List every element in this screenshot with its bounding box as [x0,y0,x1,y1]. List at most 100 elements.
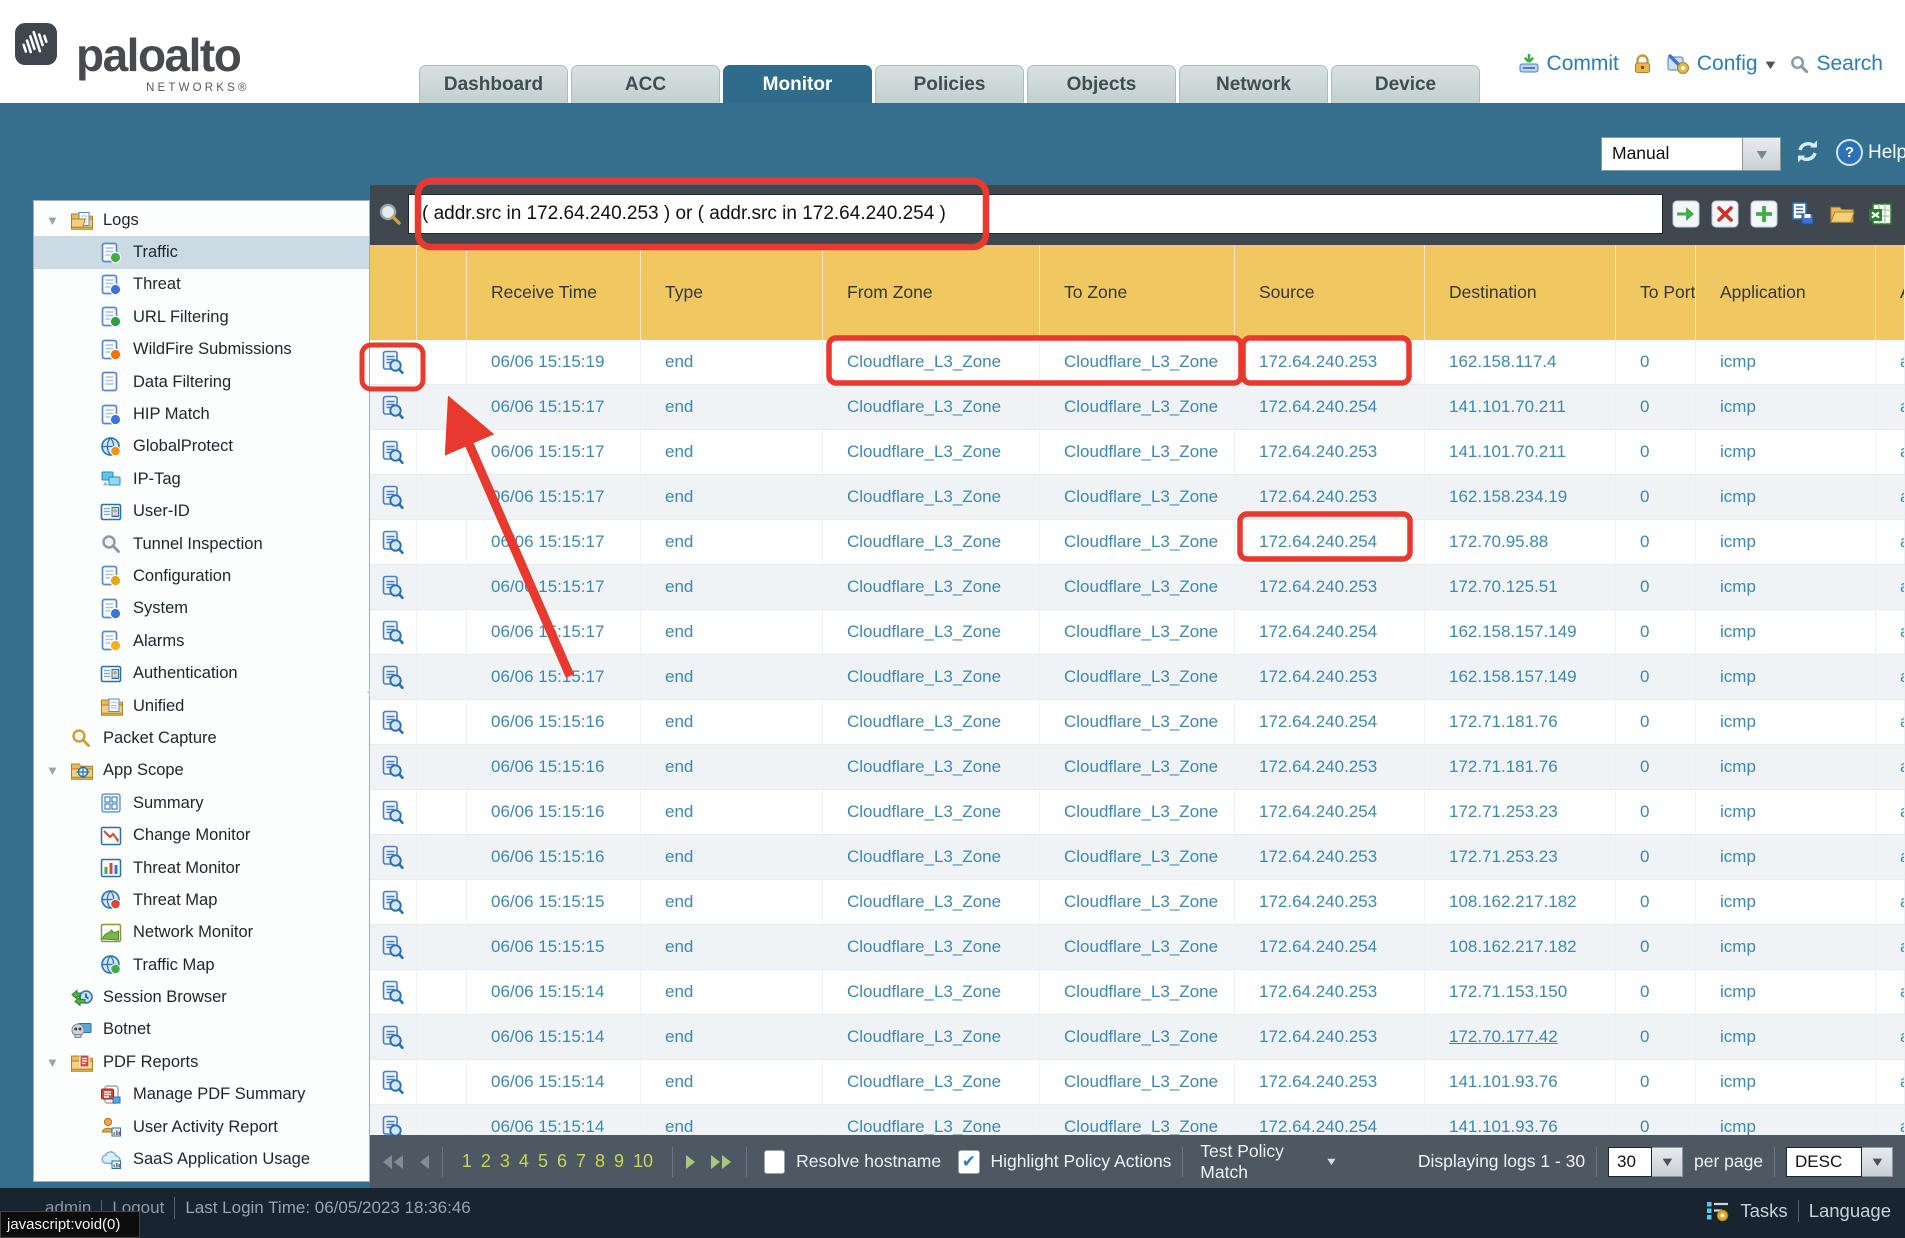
sidebar-item-globalprotect[interactable]: GlobalProtect [34,431,369,463]
log-row[interactable]: 06/06 15:15:17endCloudflare_L3_ZoneCloud… [370,520,1905,565]
sidebar-item-threat-map[interactable]: Threat Map [34,884,369,916]
sidebar-item-authentication[interactable]: Authentication [34,657,369,689]
log-row[interactable]: 06/06 15:15:17endCloudflare_L3_ZoneCloud… [370,655,1905,700]
export-table-icon[interactable] [1867,200,1895,228]
first-page-button[interactable] [380,1153,406,1171]
column-header-source[interactable]: Source [1235,245,1425,340]
log-detail-icon[interactable] [382,1115,404,1136]
log-detail-icon[interactable] [382,1070,404,1095]
sidebar-item-hip-match[interactable]: HIP Match [34,398,369,430]
sidebar-item-app-scope[interactable]: App Scope [34,755,369,787]
column-header-to-zone[interactable]: To Zone [1040,245,1235,340]
tab-dashboard[interactable]: Dashboard [419,65,568,103]
column-header-destination[interactable]: Destination [1425,245,1616,340]
test-policy-match-dropdown[interactable]: Test Policy Match [1200,1141,1337,1183]
help-button[interactable]: Help [1836,139,1905,166]
per-page-select[interactable]: 30 [1608,1147,1683,1177]
search-button[interactable]: Search [1789,52,1883,76]
sidebar-item-traffic-map[interactable]: Traffic Map [34,949,369,981]
log-row[interactable]: 06/06 15:15:17endCloudflare_L3_ZoneCloud… [370,385,1905,430]
log-row[interactable]: 06/06 15:15:16endCloudflare_L3_ZoneCloud… [370,790,1905,835]
sidebar-item-data-filtering[interactable]: Data Filtering [34,366,369,398]
log-row[interactable]: 06/06 15:15:17endCloudflare_L3_ZoneCloud… [370,610,1905,655]
sidebar-item-url-filtering[interactable]: URL Filtering [34,301,369,333]
sort-order-select[interactable]: DESC [1786,1147,1893,1177]
cell-detail[interactable] [370,520,417,564]
cell-detail[interactable] [370,1060,417,1104]
column-header-detail[interactable] [370,245,417,340]
language-button[interactable]: Language [1809,1200,1891,1222]
cell-detail[interactable] [370,700,417,744]
sort-order-dropdown-button[interactable] [1862,1147,1893,1177]
log-row[interactable]: 06/06 15:15:17endCloudflare_L3_ZoneCloud… [370,565,1905,610]
sidebar-item-wildfire-submissions[interactable]: WildFire Submissions [34,334,369,366]
cell-detail[interactable] [370,565,417,609]
log-row[interactable]: 06/06 15:15:15endCloudflare_L3_ZoneCloud… [370,880,1905,925]
log-row[interactable]: 06/06 15:15:17endCloudflare_L3_ZoneCloud… [370,475,1905,520]
resolve-hostname-checkbox[interactable] [764,1150,785,1174]
sidebar-item-logs[interactable]: Logs [34,204,369,236]
log-detail-icon[interactable] [382,620,404,645]
cell-detail[interactable] [370,970,417,1014]
sidebar-item-botnet[interactable]: Botnet [34,1014,369,1046]
page-number-2[interactable]: 2 [481,1151,491,1172]
clear-filter-icon[interactable] [1711,200,1739,228]
log-row[interactable]: 06/06 15:15:15endCloudflare_L3_ZoneCloud… [370,925,1905,970]
cell-detail[interactable] [370,790,417,834]
sidebar-item-saas-application-usage[interactable]: SaaS Application Usage [34,1143,369,1175]
log-detail-icon[interactable] [382,440,404,465]
prev-page-button[interactable] [417,1153,431,1171]
tab-monitor[interactable]: Monitor [723,65,872,103]
cell-detail[interactable] [370,340,417,384]
per-page-dropdown-button[interactable] [1652,1147,1683,1177]
log-detail-icon[interactable] [382,530,404,555]
commit-button[interactable]: Commit [1517,52,1619,76]
cell-detail[interactable] [370,610,417,654]
tab-device[interactable]: Device [1331,65,1480,103]
log-row[interactable]: 06/06 15:15:17endCloudflare_L3_ZoneCloud… [370,430,1905,475]
sidebar-item-manage-pdf-summary[interactable]: Manage PDF Summary [34,1079,369,1111]
log-detail-icon[interactable] [382,485,404,510]
tab-objects[interactable]: Objects [1027,65,1176,103]
sidebar-item-unified[interactable]: Unified [34,690,369,722]
column-header-application[interactable]: Application [1696,245,1876,340]
log-row[interactable]: 06/06 15:15:14endCloudflare_L3_ZoneCloud… [370,1015,1905,1060]
sidebar-item-pdf-reports[interactable]: PDF Reports [34,1046,369,1078]
cell-detail[interactable] [370,655,417,699]
sidebar-item-threat[interactable]: Threat [34,269,369,301]
log-row[interactable]: 06/06 15:15:19endCloudflare_L3_ZoneCloud… [370,340,1905,385]
log-row[interactable]: 06/06 15:15:14endCloudflare_L3_ZoneCloud… [370,1105,1905,1135]
tab-policies[interactable]: Policies [875,65,1024,103]
cell-detail[interactable] [370,430,417,474]
log-detail-icon[interactable] [382,710,404,735]
column-header-type[interactable]: Type [641,245,823,340]
lock-icon[interactable] [1632,53,1653,76]
cell-detail[interactable] [370,1015,417,1059]
log-detail-icon[interactable] [382,755,404,780]
log-detail-icon[interactable] [382,575,404,600]
tasks-button[interactable]: Tasks [1740,1200,1787,1222]
sidebar-item-ip-tag[interactable]: IP-Tag [34,463,369,495]
column-header-receive-time[interactable]: Receive Time [467,245,641,340]
refresh-icon[interactable] [1794,138,1821,165]
log-detail-icon[interactable] [382,800,404,825]
column-header-expand[interactable] [417,245,467,340]
sidebar-item-tunnel-inspection[interactable]: Tunnel Inspection [34,528,369,560]
add-filter-icon[interactable] [1750,200,1778,228]
cell-detail[interactable] [370,745,417,789]
cell-detail[interactable] [370,385,417,429]
sidebar-item-packet-capture[interactable]: Packet Capture [34,722,369,754]
page-number-5[interactable]: 5 [538,1151,548,1172]
column-header-to-port[interactable]: To Port [1616,245,1696,340]
config-menu[interactable]: Config [1666,52,1777,76]
tab-network[interactable]: Network [1179,65,1328,103]
tab-acc[interactable]: ACC [571,65,720,103]
next-page-button[interactable] [684,1153,698,1171]
cell-detail[interactable] [370,880,417,924]
expand-triangle-icon[interactable] [46,1055,70,1070]
expand-triangle-icon[interactable] [46,213,70,228]
expand-triangle-icon[interactable] [46,763,70,778]
log-row[interactable]: 06/06 15:15:16endCloudflare_L3_ZoneCloud… [370,700,1905,745]
highlight-policy-actions-checkbox[interactable] [958,1150,979,1174]
sidebar-item-system[interactable]: System [34,593,369,625]
